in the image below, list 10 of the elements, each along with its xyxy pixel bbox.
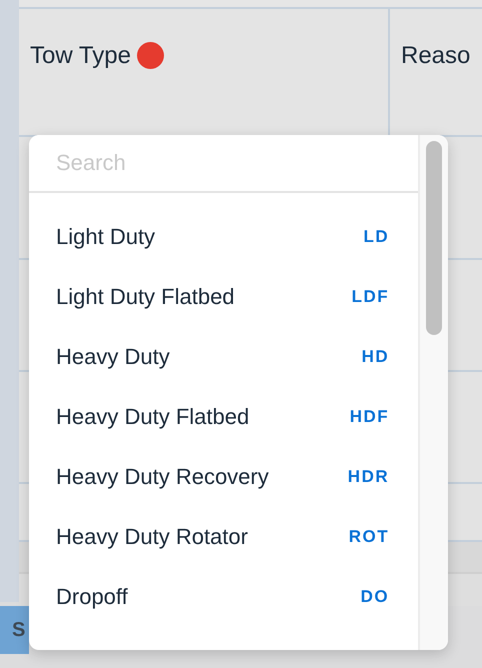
- option-item[interactable]: Heavy Duty Recovery HDR: [29, 447, 418, 507]
- option-item[interactable]: Heavy Duty Rotator ROT: [29, 507, 418, 567]
- option-item[interactable]: Light Duty LD: [29, 207, 418, 267]
- column-header: Tow Type: [30, 42, 131, 70]
- option-item[interactable]: Heavy Duty HD: [29, 327, 418, 387]
- option-item[interactable]: Dropoff DO: [29, 567, 418, 627]
- column-header: Reaso: [401, 42, 470, 70]
- scrollbar[interactable]: [418, 135, 448, 650]
- option-item[interactable]: Light Duty Flatbed LDF: [29, 267, 418, 327]
- option-item[interactable]: Heavy Duty Flatbed HDF: [29, 387, 418, 447]
